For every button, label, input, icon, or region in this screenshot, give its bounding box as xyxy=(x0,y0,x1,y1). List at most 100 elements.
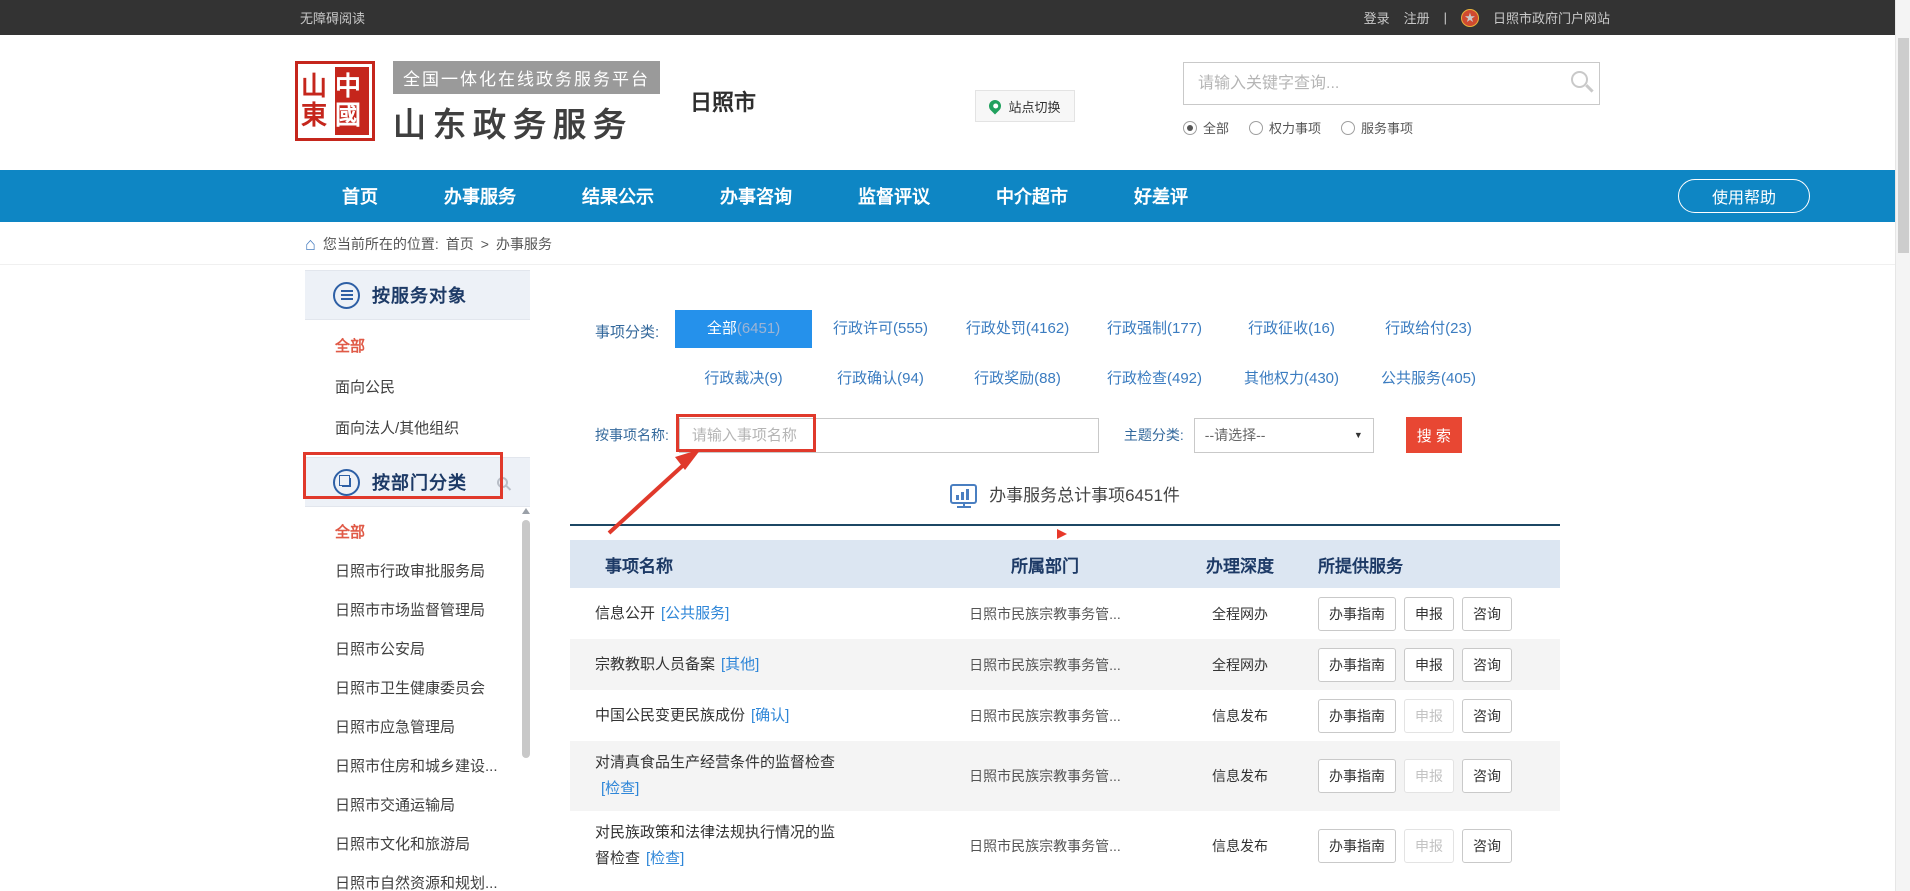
category-tab-8[interactable]: 行政奖励(88) xyxy=(949,360,1086,398)
radio-label: 全部 xyxy=(1203,118,1229,137)
apply-button[interactable]: 申报 xyxy=(1404,597,1454,631)
nav-item-4[interactable]: 监督评议 xyxy=(858,183,930,209)
department-item-1[interactable]: 日照市行政审批服务局 xyxy=(305,552,530,591)
item-name-cell: 中国公民变更民族成份 [确认] xyxy=(570,694,910,738)
category-tab-10[interactable]: 其他权力(430) xyxy=(1223,360,1360,398)
item-type-tag[interactable]: [检查] xyxy=(601,780,639,797)
nav-item-1[interactable]: 办事服务 xyxy=(444,183,516,209)
department-item-4[interactable]: 日照市卫生健康委员会 xyxy=(305,669,530,708)
radio-icon[interactable] xyxy=(1341,121,1355,135)
item-depth-cell: 信息发布 xyxy=(1180,706,1300,726)
register-link[interactable]: 注册 xyxy=(1404,8,1430,27)
table-row: 对民族政策和法律法规执行情况的监督检查[检查]日照市民族宗教事务管...信息发布… xyxy=(570,811,1560,881)
item-depth-cell: 全程网办 xyxy=(1180,655,1300,675)
category-tab-0[interactable]: 全部(6451) xyxy=(675,310,812,348)
accessibility-link[interactable]: 无障碍阅读 xyxy=(300,8,365,27)
consult-button[interactable]: 咨询 xyxy=(1462,759,1512,793)
item-type-tag[interactable]: [检查] xyxy=(646,850,684,867)
guide-button[interactable]: 办事指南 xyxy=(1318,759,1396,793)
category-tab-count: (16) xyxy=(1308,320,1335,337)
radio-option-0[interactable]: 全部 xyxy=(1183,118,1229,137)
category-tab-2[interactable]: 行政处罚(4162) xyxy=(949,310,1086,348)
item-type-tag[interactable]: [公共服务] xyxy=(661,605,729,622)
department-item-3[interactable]: 日照市公安局 xyxy=(305,630,530,669)
item-name-link[interactable]: 对清真食品生产经营条件的监督检查 xyxy=(595,754,835,771)
sidebar-scrollbar[interactable] xyxy=(521,508,530,891)
category-tab-6[interactable]: 行政裁决(9) xyxy=(675,360,812,398)
category-tab-3[interactable]: 行政强制(177) xyxy=(1086,310,1223,348)
breadcrumb-home-link[interactable]: 首页 xyxy=(446,234,474,254)
item-name-link[interactable]: 对民族政策和法律法规执行情况的监督检查 xyxy=(595,824,835,867)
sidebar-scroll-thumb[interactable] xyxy=(522,520,530,758)
apply-button: 申报 xyxy=(1404,829,1454,863)
service-object-item-1[interactable]: 面向公民 xyxy=(305,367,530,408)
consult-button[interactable]: 咨询 xyxy=(1462,699,1512,733)
radio-icon[interactable] xyxy=(1183,121,1197,135)
item-name-label: 按事项名称: xyxy=(595,425,669,445)
sidebar: 按服务对象 全部面向公民面向法人/其他组织 按部门分类 全部日照市行政审批服务局… xyxy=(305,265,530,891)
portal-link[interactable]: 日照市政府门户网站 xyxy=(1493,8,1610,27)
item-name-link[interactable]: 中国公民变更民族成份 xyxy=(595,707,745,724)
category-tab-1[interactable]: 行政许可(555) xyxy=(812,310,949,348)
seal-right-text: 中國 xyxy=(335,67,369,135)
page-scroll-thumb[interactable] xyxy=(1898,38,1909,253)
nav-item-5[interactable]: 中介超市 xyxy=(996,183,1068,209)
apply-button[interactable]: 申报 xyxy=(1404,648,1454,682)
department-item-7[interactable]: 日照市交通运输局 xyxy=(305,786,530,825)
radio-option-1[interactable]: 权力事项 xyxy=(1249,118,1321,137)
search-icon[interactable] xyxy=(1571,71,1588,88)
nav-item-6[interactable]: 好差评 xyxy=(1134,183,1188,209)
category-tab-4[interactable]: 行政征收(16) xyxy=(1223,310,1360,348)
radio-label: 服务事项 xyxy=(1361,118,1413,137)
item-services-cell: 办事指南申报咨询 xyxy=(1300,699,1560,733)
nav-item-3[interactable]: 办事咨询 xyxy=(720,183,792,209)
department-item-5[interactable]: 日照市应急管理局 xyxy=(305,708,530,747)
category-tab-9[interactable]: 行政检查(492) xyxy=(1086,360,1223,398)
category-tab-5[interactable]: 行政给付(23) xyxy=(1360,310,1497,348)
department-header[interactable]: 按部门分类 xyxy=(305,457,530,507)
department-item-9[interactable]: 日照市自然资源和规划... xyxy=(305,864,530,891)
category-tab-label: 其他权力 xyxy=(1244,370,1304,387)
radio-icon[interactable] xyxy=(1249,121,1263,135)
department-item-8[interactable]: 日照市文化和旅游局 xyxy=(305,825,530,864)
item-type-tag[interactable]: [其他] xyxy=(721,656,759,673)
consult-button[interactable]: 咨询 xyxy=(1462,648,1512,682)
topic-select[interactable]: --请选择-- ▼ xyxy=(1194,418,1374,453)
category-tab-11[interactable]: 公共服务(405) xyxy=(1360,360,1497,398)
guide-button[interactable]: 办事指南 xyxy=(1318,829,1396,863)
service-object-header[interactable]: 按服务对象 xyxy=(305,270,530,320)
consult-button[interactable]: 咨询 xyxy=(1462,829,1512,863)
nav-item-0[interactable]: 首页 xyxy=(342,183,378,209)
category-tab-count: (88) xyxy=(1034,370,1061,387)
item-name-link[interactable]: 信息公开 xyxy=(595,605,655,622)
logo-seal-icon: 山東 中國 xyxy=(295,61,375,141)
category-tab-label: 行政强制 xyxy=(1107,320,1167,337)
guide-button[interactable]: 办事指南 xyxy=(1318,699,1396,733)
item-services-cell: 办事指南申报咨询 xyxy=(1300,648,1560,682)
site-switch-button[interactable]: 站点切换 xyxy=(975,90,1075,122)
department-item-6[interactable]: 日照市住房和城乡建设... xyxy=(305,747,530,786)
help-button[interactable]: 使用帮助 xyxy=(1678,179,1810,213)
department-search-icon[interactable] xyxy=(497,477,508,488)
service-object-item-2[interactable]: 面向法人/其他组织 xyxy=(305,408,530,449)
item-services-cell: 办事指南申报咨询 xyxy=(1300,759,1560,793)
item-type-tag[interactable]: [确认] xyxy=(751,707,789,724)
scroll-up-arrow-icon[interactable] xyxy=(522,508,530,514)
login-link[interactable]: 登录 xyxy=(1364,8,1390,27)
category-tab-7[interactable]: 行政确认(94) xyxy=(812,360,949,398)
item-name-link[interactable]: 宗教教职人员备案 xyxy=(595,656,715,673)
page-scrollbar[interactable] xyxy=(1895,0,1910,891)
nav-item-2[interactable]: 结果公示 xyxy=(582,183,654,209)
search-button[interactable]: 搜 索 xyxy=(1406,417,1462,453)
main-nav: 首页 办事服务 结果公示 办事咨询 监督评议 中介超市 好差评 使用帮助 xyxy=(0,170,1910,222)
guide-button[interactable]: 办事指南 xyxy=(1318,597,1396,631)
service-object-item-0[interactable]: 全部 xyxy=(305,326,530,367)
department-item-2[interactable]: 日照市市场监督管理局 xyxy=(305,591,530,630)
guide-button[interactable]: 办事指南 xyxy=(1318,648,1396,682)
item-name-input[interactable] xyxy=(679,418,1099,453)
keyword-search-input[interactable] xyxy=(1183,62,1600,105)
category-tab-label: 全部 xyxy=(707,320,737,337)
department-item-0[interactable]: 全部 xyxy=(305,513,530,552)
consult-button[interactable]: 咨询 xyxy=(1462,597,1512,631)
radio-option-2[interactable]: 服务事项 xyxy=(1341,118,1413,137)
